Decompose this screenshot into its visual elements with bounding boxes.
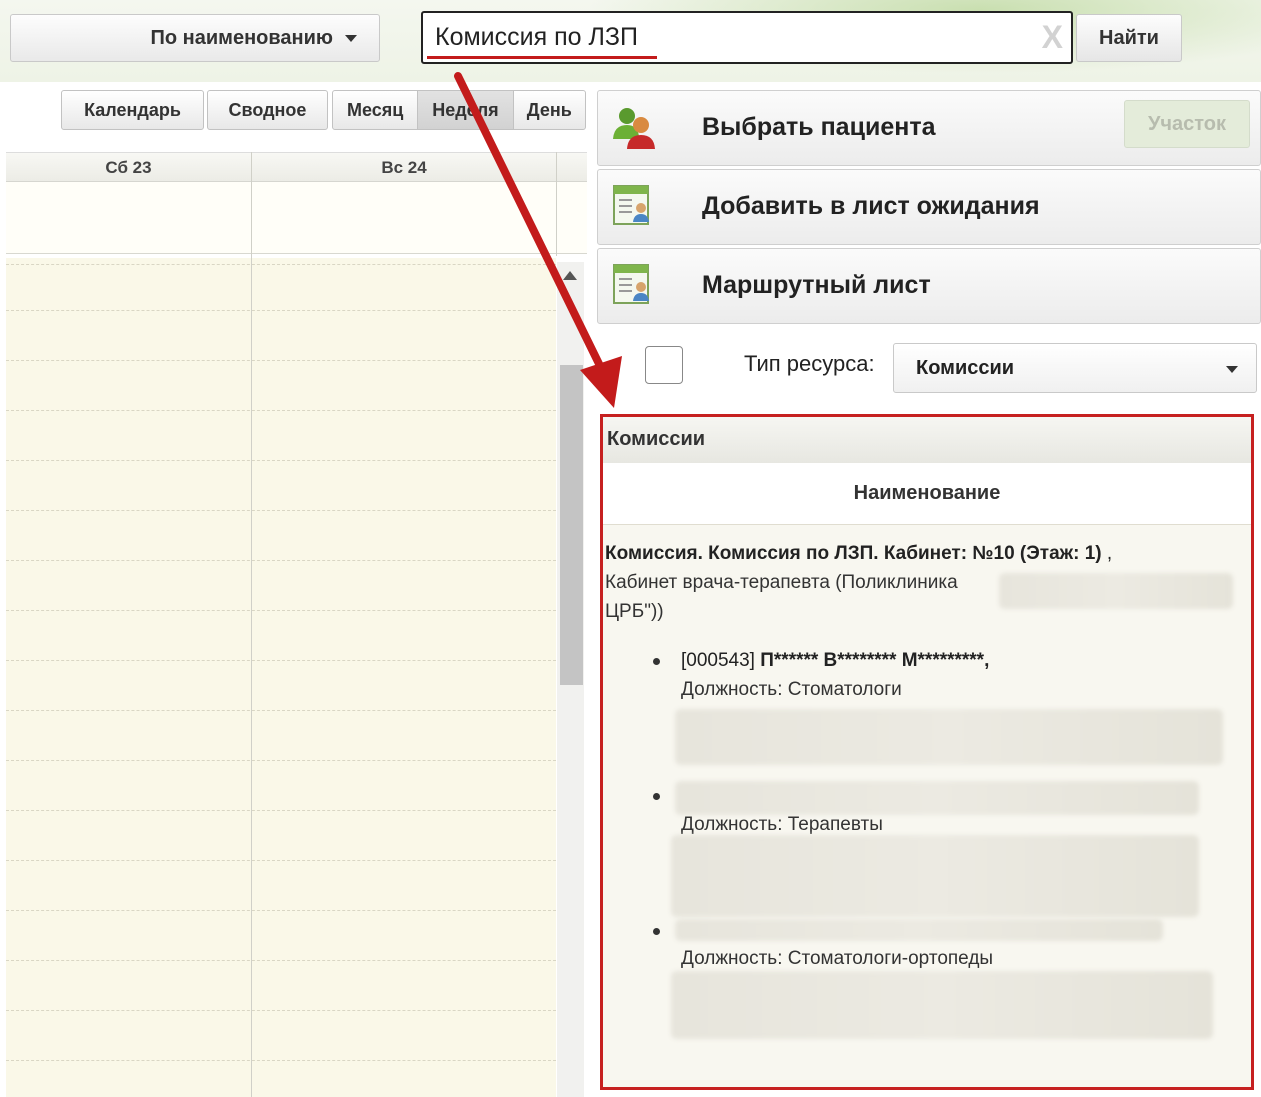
commission-title: Комиссия. Комиссия по ЛЗП. Кабинет: №10 … [605, 543, 1112, 565]
chevron-down-icon [1226, 366, 1238, 373]
add-to-waitlist-button[interactable]: Добавить в лист ожидания [597, 169, 1261, 245]
arrow-head [580, 356, 622, 408]
period-switcher: Месяц Неделя День [332, 90, 586, 130]
search-mode-label: По наименованию [150, 26, 333, 49]
district-button[interactable]: Участок [1124, 100, 1250, 148]
patients-icon [613, 108, 655, 149]
redacted-block [671, 971, 1213, 1039]
commissions-panel: Комиссии Наименование Комиссия. Комиссия… [600, 414, 1254, 1090]
member-position: Должность: Стоматологи [681, 679, 902, 700]
search-input[interactable] [435, 21, 1025, 53]
redacted-block [999, 573, 1233, 609]
resource-checkbox[interactable] [645, 346, 683, 384]
calendar-column-sunday: Вс 24 [381, 158, 427, 177]
add-to-waitlist-label: Добавить в лист ожидания [702, 192, 1040, 220]
redacted-block [671, 835, 1199, 917]
view-summary-button[interactable]: Сводное [207, 90, 328, 130]
waitlist-icon [613, 185, 649, 225]
scrollbar-thumb[interactable] [560, 365, 583, 685]
calendar-divider [251, 152, 252, 1097]
commission-location: Кабинет врача-терапевта (Поликлиника [605, 572, 958, 593]
calendar-grid[interactable] [6, 258, 556, 1097]
member-fullname: П****** В******** М*********, [760, 650, 990, 671]
find-button[interactable]: Найти [1076, 14, 1182, 62]
view-calendar-button[interactable]: Календарь [61, 90, 204, 130]
commission-title-tail: , [1101, 543, 1113, 564]
search-text-underline [427, 56, 657, 59]
member-position: Должность: Терапевты [681, 814, 883, 835]
redacted-block [675, 781, 1199, 815]
route-sheet-button[interactable]: Маршрутный лист [597, 248, 1261, 324]
view-day-button[interactable]: День [514, 91, 585, 129]
redacted-block [675, 709, 1223, 765]
calendar-allday-row[interactable] [6, 182, 587, 254]
list-bullet [653, 928, 660, 935]
redacted-block [675, 919, 1163, 941]
member-position: Должность: Стоматологи-ортопеды [681, 948, 994, 969]
search-box[interactable]: X [421, 11, 1073, 64]
view-week-button[interactable]: Неделя [418, 91, 514, 129]
clear-icon[interactable]: X [1042, 19, 1063, 55]
resource-type-select[interactable]: Комиссии [893, 343, 1257, 393]
resource-type-value: Комиссии [916, 357, 1015, 379]
scroll-up-icon[interactable] [563, 271, 577, 280]
chevron-down-icon [345, 34, 357, 42]
select-patient-label: Выбрать пациента [702, 113, 936, 141]
commissions-panel-title: Комиссии [603, 417, 1251, 463]
calendar-header: Сб 23 Вс 24 [6, 152, 587, 182]
commission-location-end: ЦРБ")) [605, 601, 664, 622]
route-sheet-icon [613, 264, 649, 304]
calendar-column-saturday: Сб 23 [105, 158, 152, 177]
member-name: [000543] П****** В******** М*********, [681, 650, 989, 672]
route-sheet-label: Маршрутный лист [702, 271, 931, 299]
resource-type-label: Тип ресурса: [744, 351, 875, 376]
member-code: [000543] [681, 650, 761, 671]
search-mode-dropdown[interactable]: По наименованию [10, 14, 380, 62]
list-bullet [653, 658, 660, 665]
view-month-button[interactable]: Месяц [333, 91, 419, 129]
list-bullet [653, 793, 660, 800]
commission-title-text: Комиссия. Комиссия по ЛЗП. Кабинет: №10 … [605, 543, 1102, 564]
calendar-divider [556, 152, 557, 256]
name-column-header[interactable]: Наименование [603, 463, 1251, 525]
